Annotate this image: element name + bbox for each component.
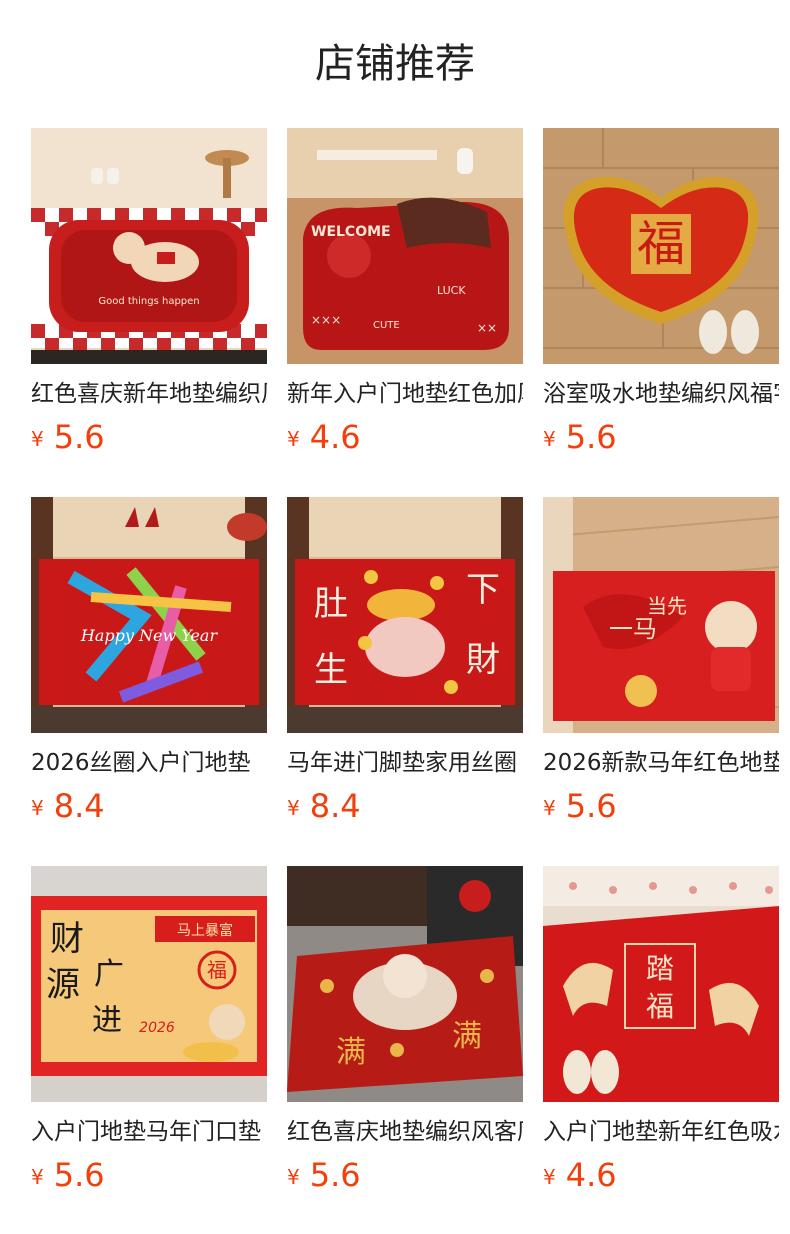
price-amount: 5.6 bbox=[53, 1156, 105, 1194]
mat-character: 下 bbox=[466, 570, 500, 610]
product-card[interactable]: Happy New Year 2026丝圈入户门地垫 ¥8.4 bbox=[31, 497, 267, 837]
svg-text:踏: 踏 bbox=[646, 952, 674, 985]
product-card[interactable]: 一马 当先 2026新款马年红色地垫 ¥5.6 bbox=[543, 497, 779, 837]
product-name[interactable]: 入户门地垫新年红色吸水 bbox=[543, 1112, 779, 1152]
product-card[interactable]: Good things happen 红色喜庆新年地垫编织风 ¥5.6 bbox=[31, 128, 267, 468]
currency-symbol: ¥ bbox=[543, 427, 556, 451]
svg-text:马上暴富: 马上暴富 bbox=[177, 922, 233, 939]
svg-text:×××: ××× bbox=[311, 313, 341, 327]
product-card[interactable]: WELCOME LUCK CUTE ××× ×× 新年入户门地垫红色加厚 ¥4.… bbox=[287, 128, 523, 468]
product-card[interactable]: 肚 下 生 財 马年进门脚垫家用丝圈 ¥8.4 bbox=[287, 497, 523, 837]
currency-symbol: ¥ bbox=[287, 1165, 300, 1189]
currency-symbol: ¥ bbox=[31, 796, 44, 820]
svg-text:LUCK: LUCK bbox=[437, 284, 466, 297]
svg-text:WELCOME: WELCOME bbox=[311, 224, 391, 240]
currency-symbol: ¥ bbox=[31, 1165, 44, 1189]
price-amount: 5.6 bbox=[309, 1156, 361, 1194]
fu-mat-image[interactable]: 福 bbox=[543, 128, 779, 364]
svg-text:CUTE: CUTE bbox=[373, 320, 400, 331]
product-name[interactable]: 新年入户门地垫红色加厚 bbox=[287, 374, 523, 414]
product-card[interactable]: 满 满 红色喜庆地垫编织风客厅 ¥5.6 bbox=[287, 866, 523, 1206]
svg-text:财: 财 bbox=[50, 919, 84, 959]
happy-new-year-mat-image[interactable]: Happy New Year bbox=[31, 497, 267, 733]
product-name[interactable]: 马年进门脚垫家用丝圈 bbox=[287, 743, 523, 783]
price-amount: 5.6 bbox=[53, 418, 105, 456]
currency-symbol: ¥ bbox=[31, 427, 44, 451]
product-card[interactable]: 财 源 广 进 马上暴富 福 2026 入户门地垫马年门口垫 ¥5.6 bbox=[31, 866, 267, 1206]
page-title: 店铺推荐 bbox=[315, 41, 475, 87]
currency-symbol: ¥ bbox=[287, 427, 300, 451]
currency-symbol: ¥ bbox=[543, 1165, 556, 1189]
svg-text:2026: 2026 bbox=[139, 1020, 175, 1036]
currency-symbol: ¥ bbox=[287, 796, 300, 820]
horse-lead-mat-image[interactable]: 一马 当先 bbox=[543, 497, 779, 733]
price-amount: 8.4 bbox=[53, 787, 105, 825]
product-price: ¥8.4 bbox=[31, 785, 105, 827]
svg-text:Happy New Year: Happy New Year bbox=[80, 626, 219, 645]
product-name[interactable]: 2026丝圈入户门地垫 bbox=[31, 743, 267, 783]
svg-text:广: 广 bbox=[94, 957, 124, 992]
horse-fu-mat-image[interactable]: 踏 福 bbox=[543, 866, 779, 1102]
svg-text:Good things happen: Good things happen bbox=[98, 296, 199, 307]
svg-text:肚: 肚 bbox=[314, 584, 348, 624]
product-price: ¥8.4 bbox=[287, 785, 361, 827]
product-name[interactable]: 2026新款马年红色地垫 bbox=[543, 743, 779, 783]
svg-text:当先: 当先 bbox=[647, 594, 687, 618]
svg-text:××: ×× bbox=[477, 321, 497, 335]
lucky-cat-mat-image[interactable]: 满 满 bbox=[287, 866, 523, 1102]
product-price: ¥4.6 bbox=[543, 1154, 617, 1196]
svg-text:满: 满 bbox=[452, 1019, 482, 1054]
price-amount: 5.6 bbox=[565, 787, 617, 825]
svg-text:福: 福 bbox=[637, 216, 685, 272]
price-amount: 8.4 bbox=[309, 787, 361, 825]
product-price: ¥5.6 bbox=[287, 1154, 361, 1196]
product-price: ¥4.6 bbox=[287, 416, 361, 458]
price-amount: 5.6 bbox=[565, 418, 617, 456]
svg-text:一马: 一马 bbox=[609, 615, 657, 643]
price-amount: 4.6 bbox=[565, 1156, 617, 1194]
product-card[interactable]: 福 浴室吸水地垫编织风福字 ¥5.6 bbox=[543, 128, 779, 468]
horse-mat-image[interactable]: Good things happen bbox=[31, 128, 267, 364]
currency-symbol: ¥ bbox=[543, 796, 556, 820]
product-name[interactable]: 红色喜庆新年地垫编织风 bbox=[31, 374, 267, 414]
svg-text:生: 生 bbox=[314, 650, 348, 690]
product-name[interactable]: 浴室吸水地垫编织风福字 bbox=[543, 374, 779, 414]
product-price: ¥5.6 bbox=[31, 416, 105, 458]
price-amount: 4.6 bbox=[309, 418, 361, 456]
svg-text:福: 福 bbox=[207, 958, 227, 982]
svg-text:满: 满 bbox=[336, 1035, 366, 1070]
svg-text:財: 財 bbox=[466, 640, 500, 680]
svg-text:进: 进 bbox=[92, 1003, 122, 1038]
product-card[interactable]: 踏 福 入户门地垫新年红色吸水 ¥4.6 bbox=[543, 866, 779, 1206]
svg-text:源: 源 bbox=[46, 965, 80, 1005]
product-name[interactable]: 入户门地垫马年门口垫 bbox=[31, 1112, 267, 1152]
product-name[interactable]: 红色喜庆地垫编织风客厅 bbox=[287, 1112, 523, 1152]
product-price: ¥5.6 bbox=[543, 416, 617, 458]
product-price: ¥5.6 bbox=[31, 1154, 105, 1196]
product-price: ¥5.6 bbox=[543, 785, 617, 827]
svg-text:福: 福 bbox=[646, 990, 674, 1023]
welcome-mat-image[interactable]: WELCOME LUCK CUTE ××× ×× bbox=[287, 128, 523, 364]
fortune-mat-image[interactable]: 财 源 广 进 马上暴富 福 2026 bbox=[31, 866, 267, 1102]
coins-mat-image[interactable]: 肚 下 生 財 bbox=[287, 497, 523, 733]
